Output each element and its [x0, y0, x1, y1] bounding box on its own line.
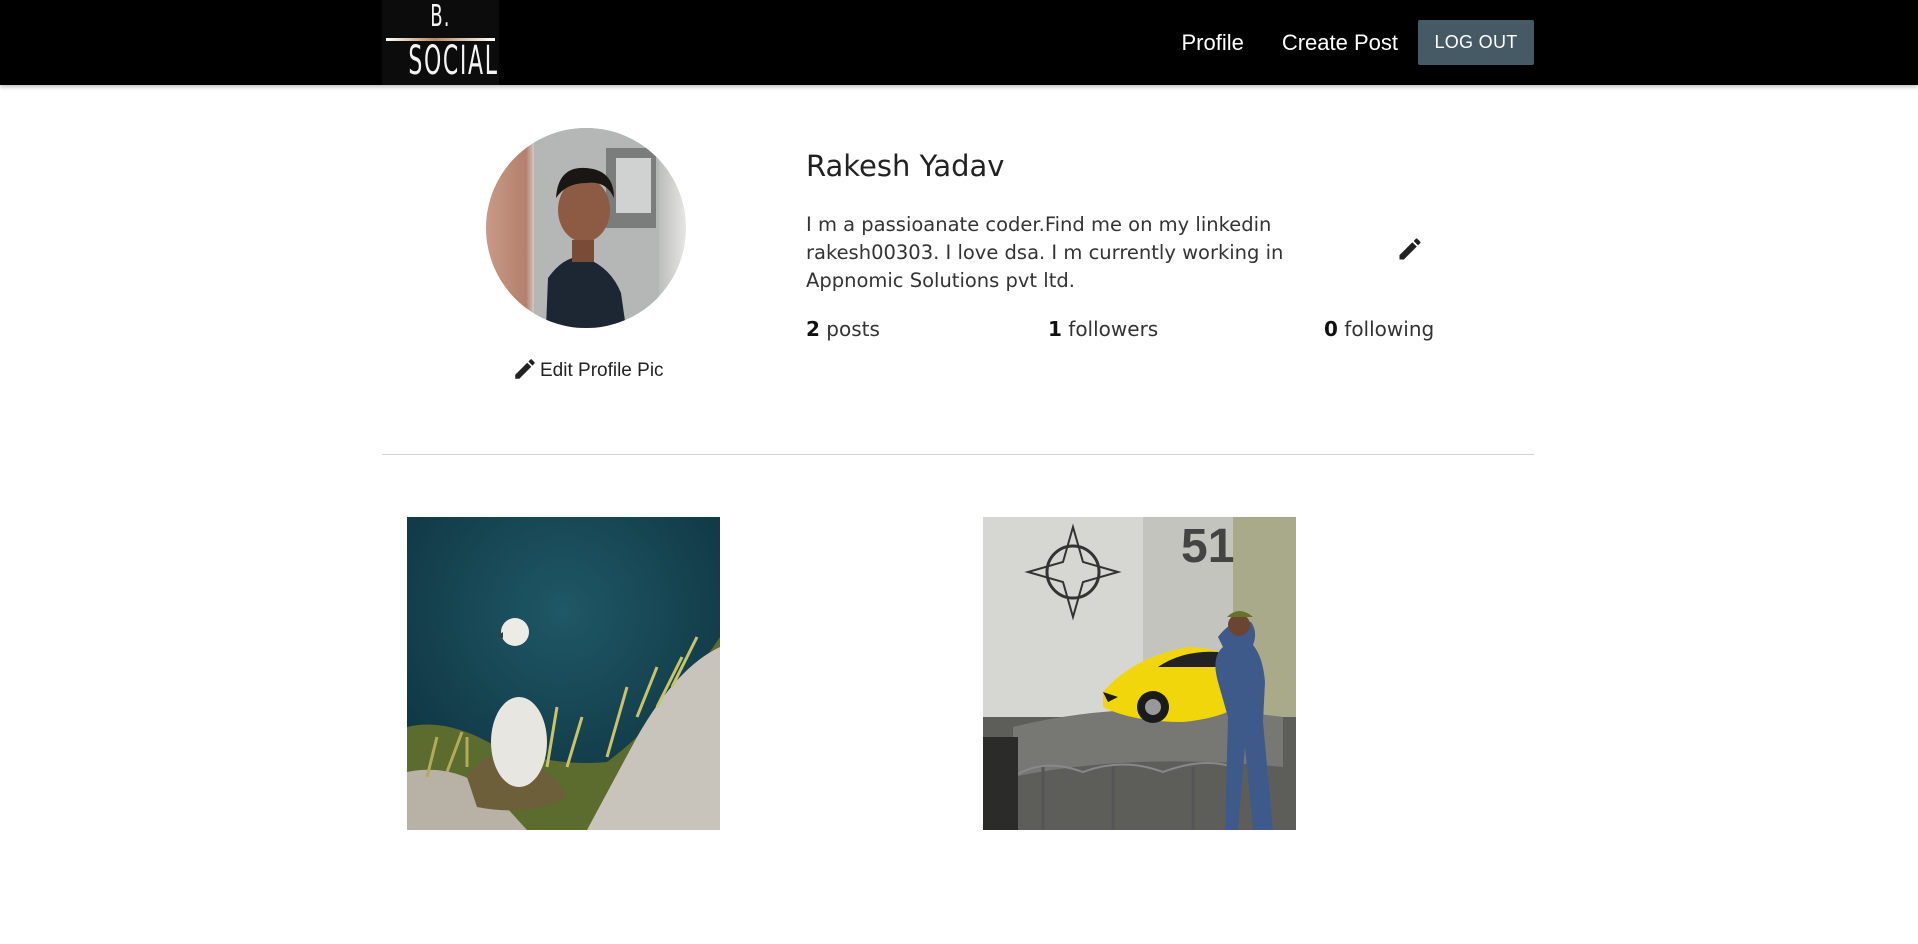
post-image — [407, 517, 720, 830]
post-thumbnail[interactable]: 51 — [983, 517, 1296, 830]
svg-text:51: 51 — [1181, 520, 1234, 573]
nav-profile-link[interactable]: Profile — [1181, 30, 1243, 56]
edit-profile-pic-label: Edit Profile Pic — [540, 360, 664, 381]
stat-followers: 1 followers — [1048, 315, 1158, 343]
pencil-icon — [515, 359, 535, 379]
nav-create-post-link[interactable]: Create Post — [1282, 30, 1398, 56]
navbar: B. SOCIAL Profile Create Post LOG OUT — [0, 0, 1918, 85]
profile-divider — [382, 454, 1534, 455]
edit-profile-pic-button[interactable]: Edit Profile Pic — [512, 356, 664, 382]
posts-count: 2 — [806, 317, 820, 341]
following-count: 0 — [1324, 317, 1338, 341]
logo[interactable]: B. SOCIAL — [382, 0, 499, 85]
logo-letter: B. — [430, 0, 451, 34]
pencil-icon[interactable] — [1396, 235, 1424, 263]
logo-word: SOCIAL — [408, 38, 499, 84]
logout-button[interactable]: LOG OUT — [1418, 20, 1534, 65]
followers-count: 1 — [1048, 317, 1062, 341]
posts-label: posts — [826, 317, 880, 341]
following-label: following — [1344, 317, 1435, 341]
stat-posts: 2 posts — [806, 315, 880, 343]
profile-name: Rakesh Yadav — [806, 149, 1005, 183]
post-thumbnail[interactable] — [407, 517, 720, 830]
avatar — [486, 128, 686, 328]
avatar-photo — [486, 128, 686, 328]
stat-following: 0 following — [1324, 315, 1434, 343]
nav-links: Profile Create Post LOG OUT — [1162, 0, 1534, 85]
followers-label: followers — [1068, 317, 1159, 341]
post-image: 51 — [983, 517, 1296, 830]
profile-bio: I m a passioanate coder.Find me on my li… — [806, 213, 1284, 292]
